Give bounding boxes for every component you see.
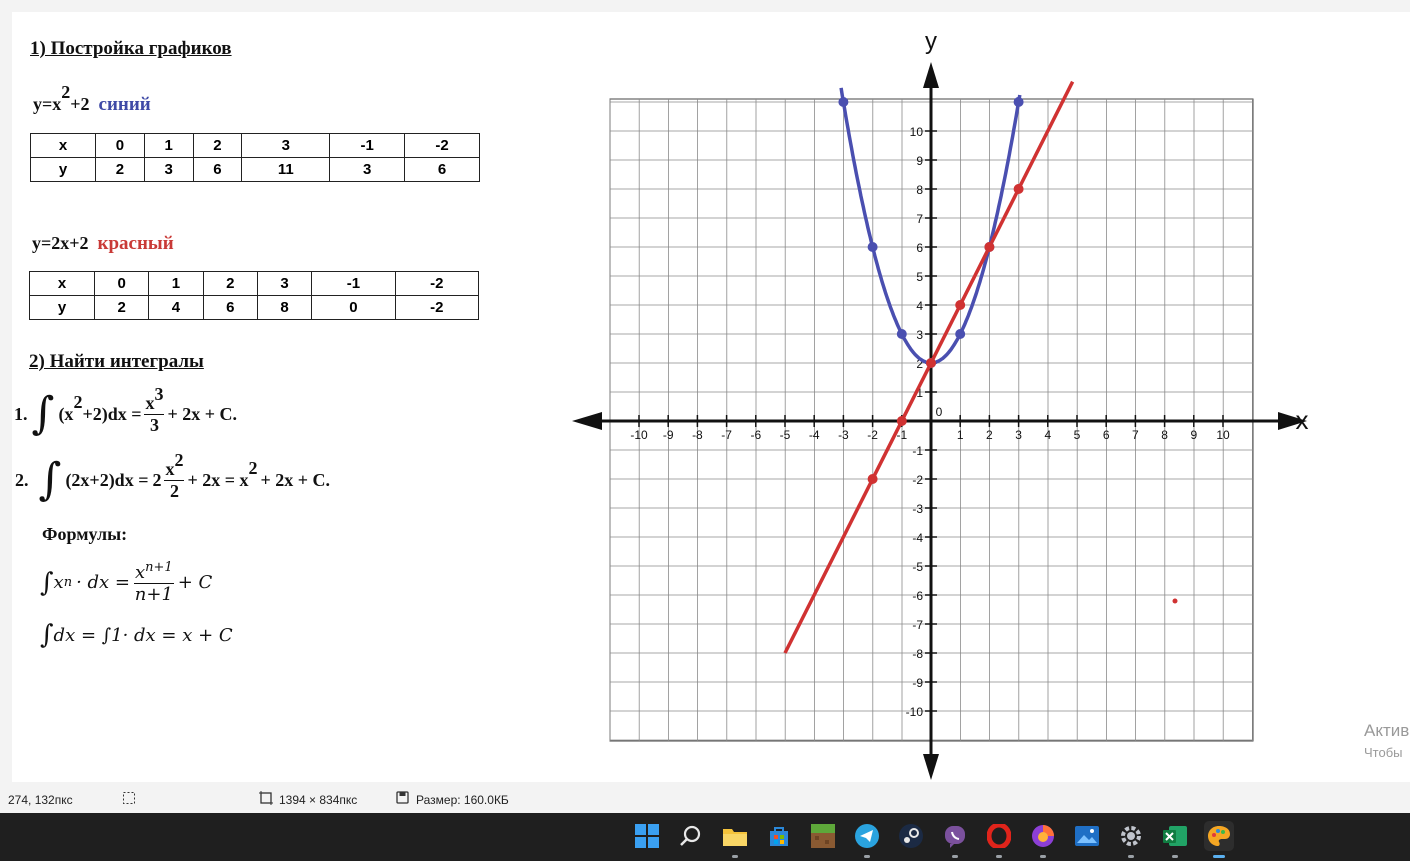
- telegram-icon[interactable]: [852, 821, 882, 858]
- save-icon: [396, 791, 409, 807]
- x-tick-label: -7: [721, 428, 732, 442]
- minecraft-icon[interactable]: [808, 821, 838, 851]
- settings-gear-icon[interactable]: [1116, 821, 1146, 858]
- y-tick-label: -1: [912, 444, 923, 458]
- activation-watermark-line1: Актив: [1364, 721, 1410, 740]
- red-point: [867, 474, 878, 484]
- x-tick-label: 1: [957, 428, 964, 442]
- x-tick-label: -3: [838, 428, 849, 442]
- y-tick-label: -6: [912, 589, 923, 603]
- taskbar: [0, 813, 1410, 861]
- opera-icon[interactable]: [984, 821, 1014, 858]
- cursor-coordinates: 274, 132пкс: [8, 793, 73, 807]
- y-tick-label: 4: [916, 299, 923, 313]
- y-tick-label: 8: [916, 183, 923, 197]
- status-bar: 274, 132пкс 1394 × 834пкс Размер: 160.0К…: [0, 786, 1410, 813]
- x-tick-label: 3: [1015, 428, 1022, 442]
- x-tick-label: -2: [867, 428, 878, 442]
- steam-icon[interactable]: [896, 821, 926, 851]
- y-tick-label: -9: [912, 676, 923, 690]
- x-tick-label: -9: [663, 428, 674, 442]
- image-size-icon: [259, 791, 273, 808]
- y-tick-label: 9: [916, 154, 923, 168]
- photos-icon[interactable]: [1072, 821, 1102, 851]
- y-tick-label: -8: [912, 647, 923, 661]
- origin-label: 0: [936, 405, 943, 419]
- x-tick-label: 9: [1190, 428, 1197, 442]
- selection-icon: [122, 791, 136, 808]
- y-tick-label: -4: [912, 531, 923, 545]
- start-icon[interactable]: [632, 821, 662, 851]
- y-tick-label: 7: [916, 212, 923, 226]
- blue-point: [867, 242, 878, 252]
- image-dimensions: 1394 × 834пкс: [279, 793, 358, 807]
- x-axis-label: x: [1296, 405, 1309, 435]
- file-explorer-icon[interactable]: [720, 821, 750, 858]
- paint-icon[interactable]: [1204, 821, 1234, 858]
- red-point: [1013, 184, 1024, 194]
- blue-point: [1013, 97, 1024, 107]
- y-tick-label: -7: [912, 618, 923, 632]
- y-axis-top-arrow: [923, 62, 939, 88]
- x-tick-label: -5: [780, 428, 791, 442]
- x-tick-label: -4: [809, 428, 820, 442]
- x-axis-left-arrow: [572, 412, 602, 430]
- x-tick-label: 6: [1103, 428, 1110, 442]
- red-point: [926, 358, 936, 368]
- excel-icon[interactable]: [1160, 821, 1190, 858]
- y-tick-label: 5: [916, 270, 923, 284]
- y-tick-label: -3: [912, 502, 923, 516]
- y-tick-label: -10: [906, 705, 924, 719]
- x-tick-label: 4: [1044, 428, 1051, 442]
- activation-watermark-line2: Чтобы: [1364, 745, 1403, 760]
- y-tick-label: 3: [916, 328, 923, 342]
- y-axis-bottom-arrow: [923, 754, 939, 780]
- y-tick-label: 6: [916, 241, 923, 255]
- x-tick-label: -8: [692, 428, 703, 442]
- coordinate-graph: x y 0 -10 -9 -8 -7 -6 -5 -4 -3 -2 -1 1 2 3 4 5 6 7 8 9 10 10 9 8 7…: [572, 28, 1309, 780]
- x-tick-label: 8: [1161, 428, 1168, 442]
- stray-dot: [1172, 598, 1178, 604]
- red-point: [984, 242, 995, 252]
- blue-point: [838, 97, 849, 107]
- y-axis-label: y: [925, 28, 937, 55]
- y-tick-label: -5: [912, 560, 923, 574]
- graph-tick-labels: x y 0 -10 -9 -8 -7 -6 -5 -4 -3 -2 -1 1 2 3 4 5 6 7 8 9 10 10 9 8 7…: [630, 28, 1308, 719]
- blue-point: [896, 329, 907, 339]
- viber-icon[interactable]: [940, 821, 970, 858]
- graph-axes: [572, 62, 1307, 780]
- firefox-icon[interactable]: [1028, 821, 1058, 858]
- blue-point: [955, 329, 966, 339]
- y-tick-label: -2: [912, 473, 923, 487]
- file-size: Размер: 160.0КБ: [416, 793, 509, 807]
- red-point: [896, 416, 907, 426]
- x-tick-label: 5: [1074, 428, 1081, 442]
- x-tick-label: -10: [630, 428, 648, 442]
- x-tick-label: 10: [1216, 428, 1230, 442]
- store-icon[interactable]: [764, 821, 794, 851]
- search-icon[interactable]: [676, 821, 706, 851]
- x-tick-label: 7: [1132, 428, 1139, 442]
- x-tick-label: 2: [986, 428, 993, 442]
- y-tick-label: 10: [910, 125, 924, 139]
- x-tick-label: -6: [750, 428, 761, 442]
- red-point: [955, 300, 966, 310]
- image-canvas: 1) Постройка графиков y=x2+2 синий x 0 1…: [12, 12, 1410, 782]
